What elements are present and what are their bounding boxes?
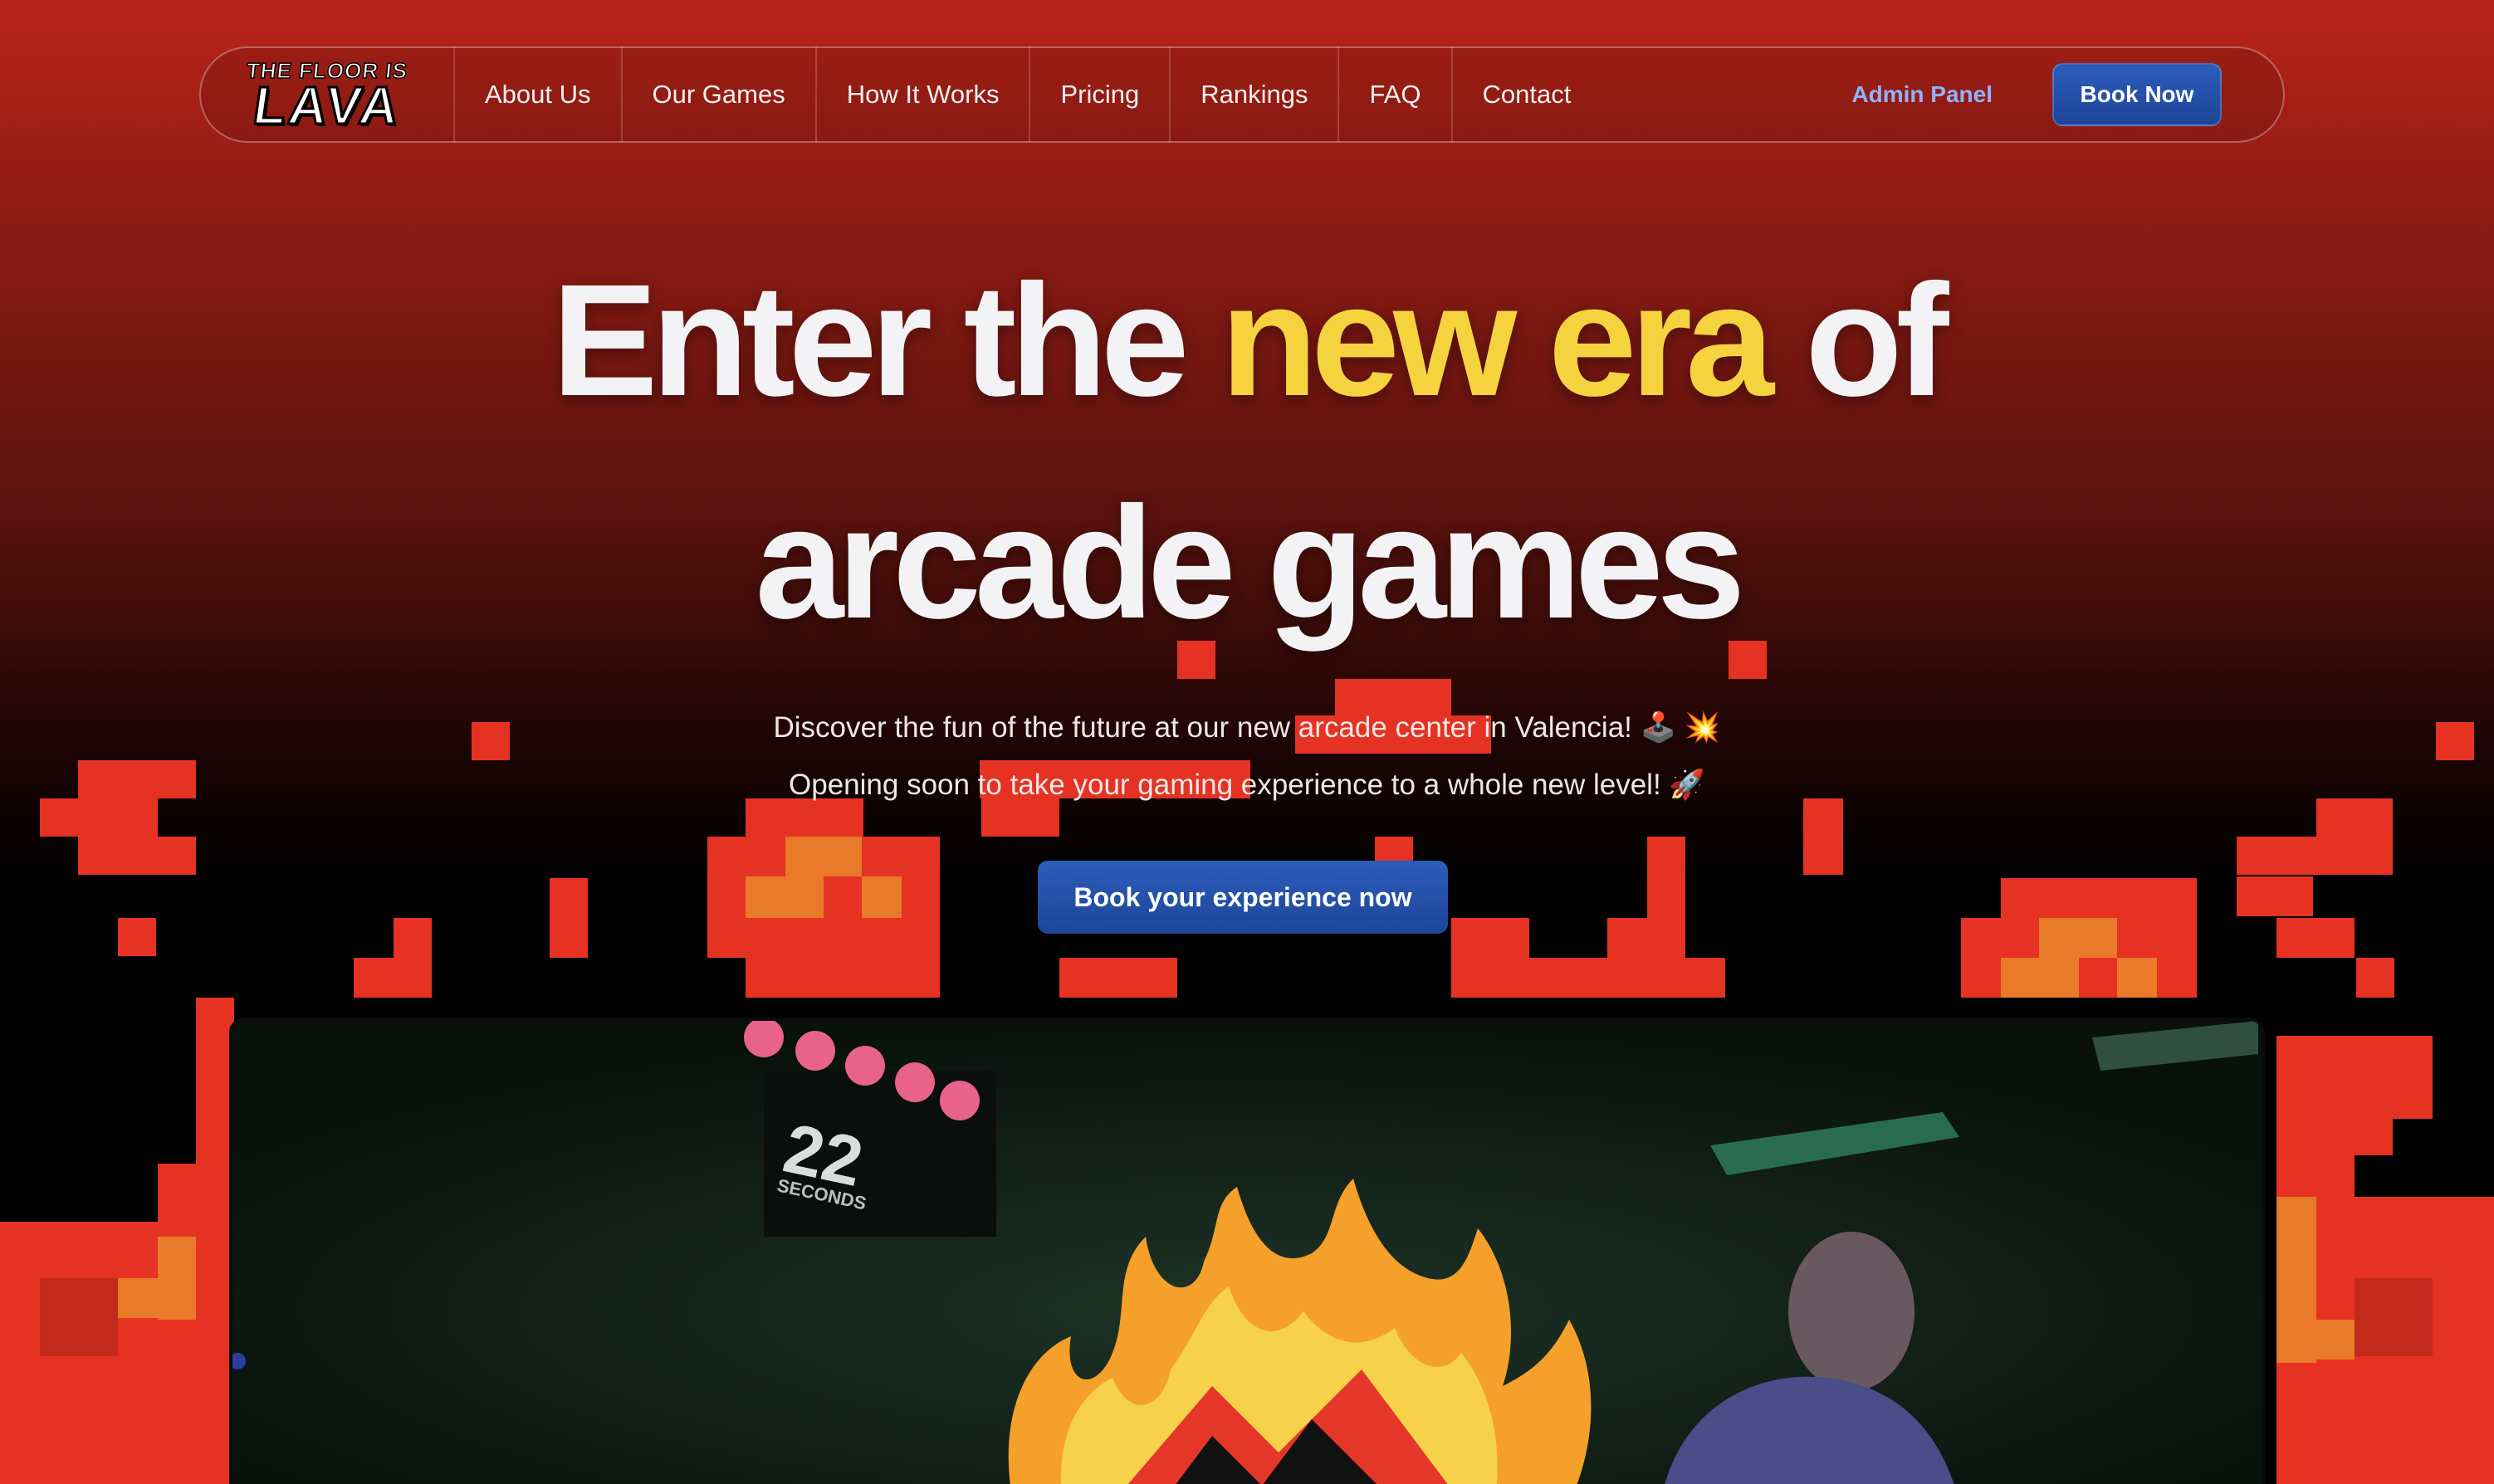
book-experience-button[interactable]: Book your experience now: [1038, 861, 1448, 934]
hero-title-part-1: Enter the: [551, 251, 1220, 429]
hero-title-line-1: Enter the new era of: [0, 257, 2494, 423]
hero-subtitle-2: Opening soon to take your gaming experie…: [789, 769, 1705, 801]
hero-title-line-2: arcade games: [755, 473, 1746, 652]
video-frame: 22 SECONDS: [232, 1021, 2262, 1484]
hero-subtitle-1: Discover the fun of the future at our ne…: [773, 711, 1721, 744]
hero-video[interactable]: 22 SECONDS: [229, 1018, 2265, 1484]
hero-title-part-2: of: [1767, 251, 1949, 429]
hero-title-accent: new era: [1220, 251, 1774, 429]
page: THE FLOOR IS LAVA About Us Our Games How…: [0, 0, 2494, 1484]
